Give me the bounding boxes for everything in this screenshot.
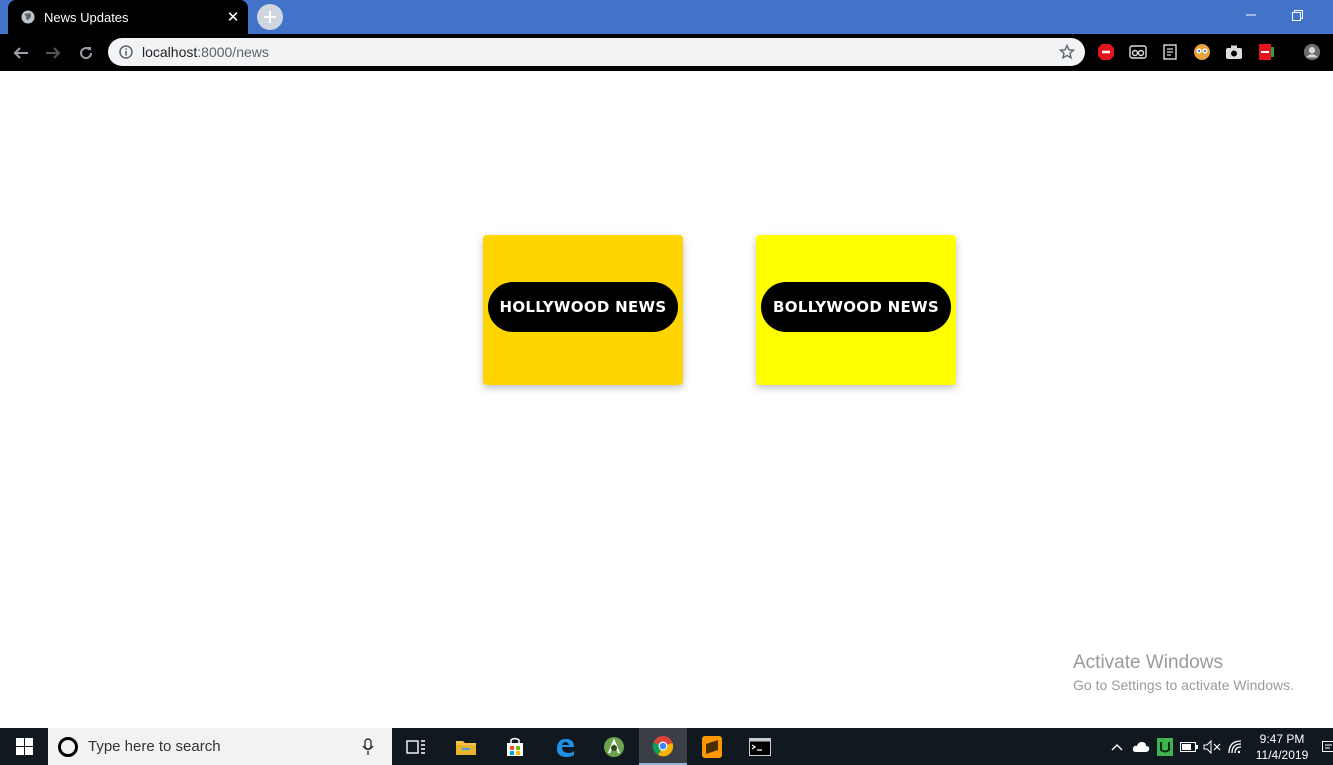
search-placeholder: Type here to search — [88, 738, 221, 755]
url-host: localhost — [142, 44, 198, 60]
volume-muted-icon[interactable] — [1202, 728, 1222, 765]
tab-title: News Updates — [44, 9, 129, 25]
cortana-icon — [58, 736, 78, 757]
address-bar[interactable]: localhost:8000/news — [108, 38, 1085, 66]
minimize-icon — [1246, 14, 1256, 16]
activate-windows-watermark: Activate Windows Go to Settings to activ… — [1073, 652, 1294, 693]
pdf-icon[interactable] — [1257, 43, 1275, 61]
windows-taskbar: Type here to search 9:47 PM 11/4/2019 — [0, 728, 1333, 765]
back-button[interactable] — [8, 40, 34, 66]
chevron-up-icon[interactable] — [1108, 728, 1126, 765]
info-icon[interactable] — [119, 45, 133, 59]
profile-icon[interactable] — [1303, 43, 1321, 61]
watermark-title: Activate Windows — [1073, 652, 1223, 673]
clock-time: 9:47 PM — [1259, 732, 1305, 746]
globe-icon — [21, 10, 35, 24]
minimize-button[interactable] — [1228, 0, 1274, 30]
tab-close-icon[interactable]: ✕ — [220, 8, 246, 26]
microphone-icon[interactable] — [356, 735, 380, 759]
browser-toolbar: localhost:8000/news — [0, 34, 1333, 71]
bollywood-card: BOLLYWOOD NEWS — [756, 235, 956, 385]
hollywood-news-button[interactable]: HOLLYWOOD NEWS — [488, 282, 678, 332]
wifi-icon[interactable] — [1227, 728, 1247, 765]
sublime-icon[interactable] — [688, 728, 736, 765]
new-tab-button[interactable] — [257, 4, 283, 30]
android-studio-icon[interactable] — [590, 728, 638, 765]
hollywood-card: HOLLYWOOD NEWS — [483, 235, 683, 385]
taskbar-clock[interactable]: 9:47 PM 11/4/2019 — [1250, 731, 1314, 763]
back-arrow-icon — [13, 47, 28, 59]
reload-icon — [80, 47, 93, 60]
docs-icon[interactable] — [1161, 43, 1179, 61]
forward-button[interactable] — [40, 40, 66, 66]
start-button[interactable] — [0, 728, 48, 765]
browser-titlebar: News Updates ✕ — [0, 0, 1333, 34]
watermark-subtitle: Go to Settings to activate Windows. — [1073, 677, 1294, 693]
store-icon[interactable] — [491, 728, 539, 765]
restore-button[interactable] — [1274, 0, 1320, 30]
windows-logo-icon — [15, 738, 33, 755]
app-tray-icon[interactable] — [1155, 728, 1175, 765]
glasses-icon[interactable] — [1129, 43, 1147, 61]
camera-icon[interactable] — [1225, 43, 1243, 61]
battery-icon[interactable] — [1179, 728, 1199, 765]
task-view-icon[interactable] — [392, 728, 440, 765]
terminal-icon[interactable] — [736, 728, 784, 765]
restore-icon — [1291, 9, 1303, 21]
plus-icon — [264, 11, 276, 23]
reload-button[interactable] — [73, 40, 99, 66]
file-explorer-icon[interactable] — [442, 728, 490, 765]
chrome-icon[interactable] — [639, 728, 687, 765]
onedrive-icon[interactable] — [1131, 728, 1151, 765]
owl-icon[interactable] — [1193, 43, 1211, 61]
bookmark-star-icon[interactable] — [1059, 44, 1075, 60]
clock-date: 11/4/2019 — [1255, 748, 1309, 762]
abp-icon[interactable] — [1097, 43, 1115, 61]
bollywood-news-button[interactable]: BOLLYWOOD NEWS — [761, 282, 951, 332]
forward-arrow-icon — [46, 47, 61, 59]
browser-tab[interactable]: News Updates ✕ — [8, 0, 248, 34]
url-path: :8000/news — [197, 44, 269, 60]
taskbar-search[interactable]: Type here to search — [48, 728, 392, 765]
notification-icon[interactable] — [1322, 728, 1333, 765]
edge-icon[interactable] — [541, 728, 589, 765]
